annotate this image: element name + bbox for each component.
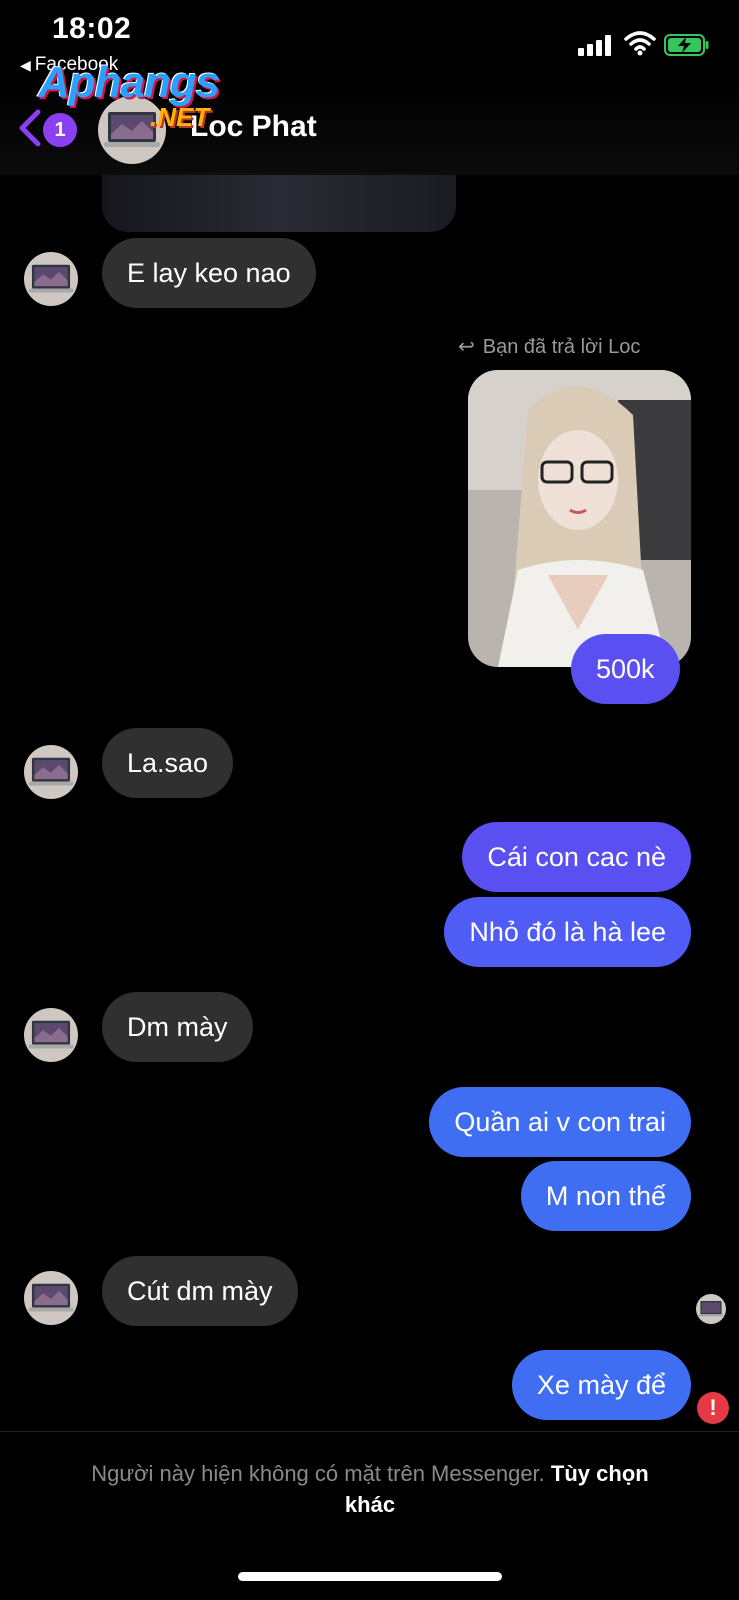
battery-charging-icon [664, 34, 710, 56]
outgoing-message[interactable]: Cái con cac nè [462, 822, 691, 892]
signal-icon [578, 34, 614, 56]
seen-receipt-avatar [696, 1294, 726, 1324]
footer-divider [0, 1431, 739, 1432]
outgoing-message[interactable]: 500k [571, 634, 680, 704]
outgoing-message[interactable]: Nhỏ đó là hà lee [444, 897, 691, 967]
reply-arrow-icon: ↩ [458, 336, 475, 358]
sender-avatar[interactable] [24, 252, 78, 306]
outgoing-message[interactable]: M non thế [520, 1161, 691, 1231]
unavailable-notice-text: Người này hiện không có mặt trên Messeng… [91, 1461, 545, 1486]
unavailable-notice: Người này hiện không có mặt trên Messeng… [70, 1458, 670, 1520]
unread-count-badge[interactable]: 1 [43, 113, 77, 147]
watermark-logo: Aphangs [38, 58, 220, 107]
wifi-icon [624, 30, 656, 56]
status-time: 18:02 [52, 12, 132, 45]
outgoing-message[interactable]: Xe mày để [511, 1350, 691, 1420]
home-indicator[interactable] [238, 1572, 502, 1581]
sender-avatar[interactable] [24, 1008, 78, 1062]
outgoing-photo[interactable] [468, 370, 691, 667]
back-chevron-icon[interactable] [16, 108, 42, 148]
incoming-message[interactable]: Dm mày [102, 992, 253, 1062]
watermark-suffix: .NET [150, 102, 210, 132]
send-error-icon[interactable]: ! [697, 1392, 729, 1424]
incoming-message[interactable]: La.sao [102, 728, 234, 798]
reply-indicator-label: Bạn đã trả lời Loc [482, 336, 641, 358]
incoming-message[interactable]: Cút dm mày [102, 1256, 298, 1326]
incoming-message[interactable]: E lay keo nao [102, 238, 316, 308]
sender-avatar[interactable] [24, 745, 78, 799]
previous-image-message[interactable] [102, 172, 456, 232]
sender-avatar[interactable] [24, 1271, 78, 1325]
back-triangle-icon: ◀ [20, 57, 31, 73]
reply-indicator: ↩ Bạn đã trả lời Loc [458, 334, 640, 359]
outgoing-message[interactable]: Quần ai v con trai [429, 1087, 691, 1157]
